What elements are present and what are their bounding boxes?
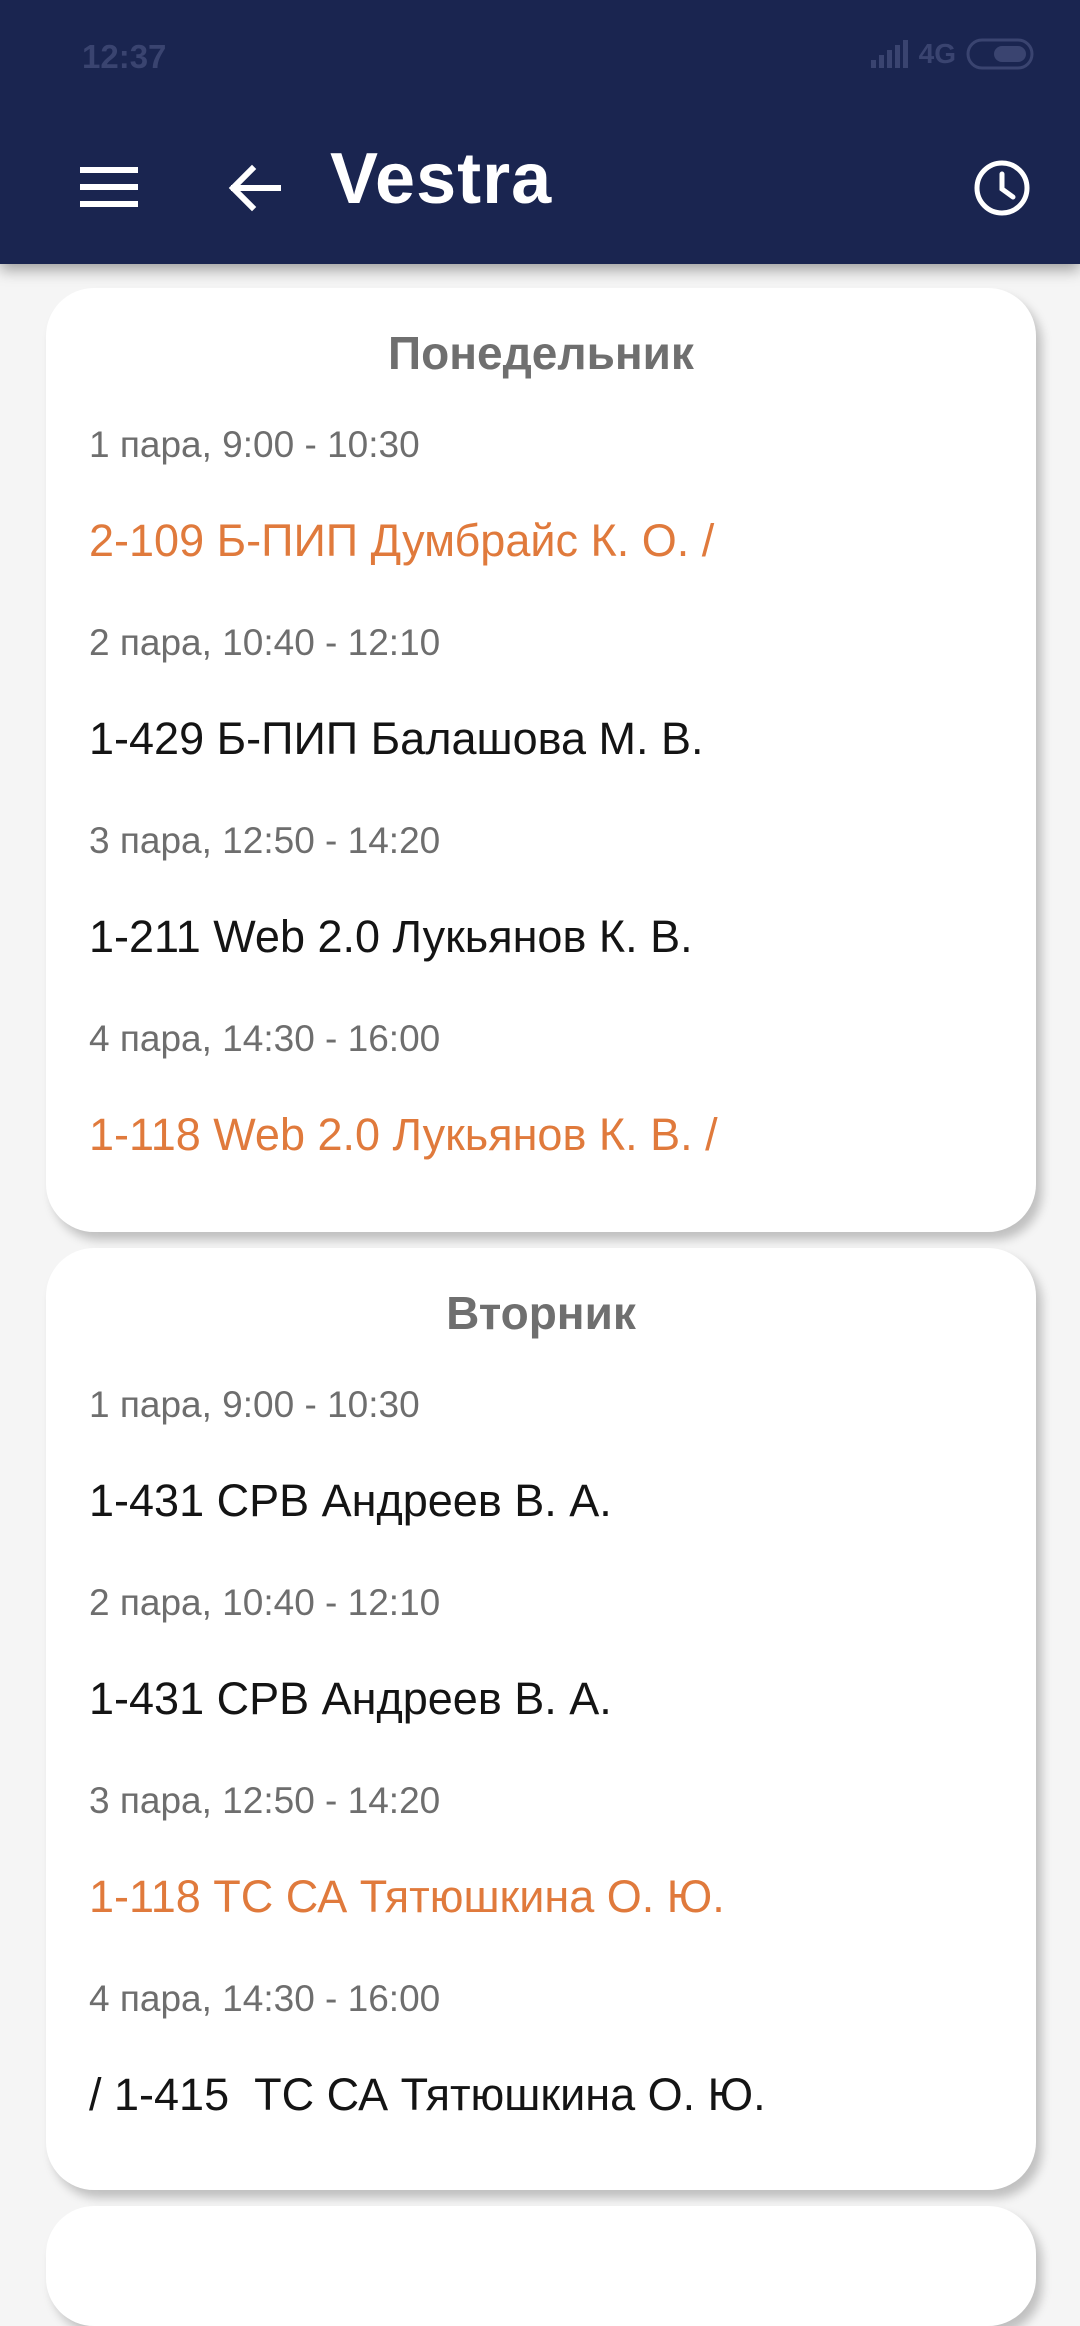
menu-icon[interactable]: [80, 166, 138, 208]
slot-time: 4 пара, 14:30 - 16:00: [89, 1978, 441, 2019]
slot-time: 2 пара, 10:40 - 12:10: [89, 1582, 441, 1623]
slot-time: 2 пара, 10:40 - 12:10: [89, 622, 441, 663]
day-title: Вторник: [446, 1287, 636, 1339]
app-title: Vestra: [330, 139, 553, 219]
slot-lesson[interactable]: / 1-415 ТС СА Тятюшкина О. Ю.: [89, 2069, 766, 2121]
day-title: Понедельник: [388, 327, 694, 379]
slot-time: 4 пара, 14:30 - 16:00: [89, 1018, 441, 1059]
clock-icon[interactable]: [972, 158, 1032, 218]
day-card-monday: Понедельник 1 пара, 9:00 - 10:30 2-109 Б…: [46, 288, 1036, 1232]
slot-lesson[interactable]: 1-118 Web 2.0 Лукьянов К. В. /: [89, 1109, 718, 1161]
slot-lesson[interactable]: 1-429 Б-ПИП Балашова М. В.: [89, 713, 704, 765]
back-arrow-icon[interactable]: [226, 160, 282, 216]
network-type: 4G: [918, 38, 956, 69]
day-card-next: [46, 2206, 1036, 2326]
app-bar: 12:37 4G Vestra: [0, 0, 1080, 264]
status-time: 12:37: [82, 38, 167, 75]
status-icons: 4G: [869, 38, 1036, 70]
slot-time: 1 пара, 9:00 - 10:30: [89, 1384, 420, 1425]
slot-lesson[interactable]: 2-109 Б-ПИП Думбрайс К. О. /: [89, 515, 714, 567]
slot-lesson[interactable]: 1-118 ТС СА Тятюшкина О. Ю.: [89, 1871, 725, 1923]
battery-icon: [966, 38, 1034, 70]
slot-time: 1 пара, 9:00 - 10:30: [89, 424, 420, 465]
slot-time: 3 пара, 12:50 - 14:20: [89, 1780, 441, 1821]
slot-lesson[interactable]: 1-431 СРВ Андреев В. А.: [89, 1673, 612, 1725]
slot-lesson[interactable]: 1-211 Web 2.0 Лукьянов К. В.: [89, 911, 693, 963]
day-card-tuesday: Вторник 1 пара, 9:00 - 10:30 1-431 СРВ А…: [46, 1248, 1036, 2190]
slot-lesson[interactable]: 1-431 СРВ Андреев В. А.: [89, 1475, 612, 1527]
slot-time: 3 пара, 12:50 - 14:20: [89, 820, 441, 861]
signal-icon: [870, 40, 908, 68]
